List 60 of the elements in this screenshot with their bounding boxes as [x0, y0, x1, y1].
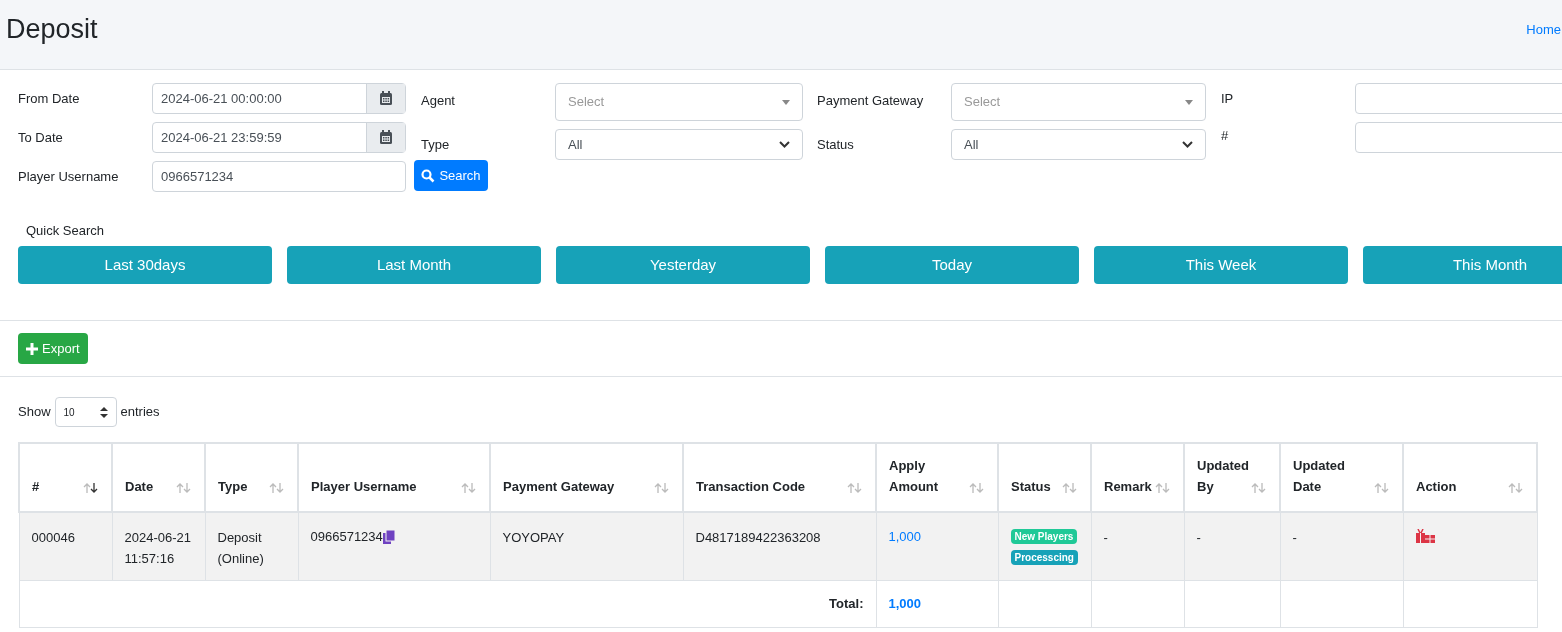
total-amount: 1,000: [888, 595, 922, 611]
entries-select[interactable]: 10: [54, 397, 117, 427]
table-cell-text: 2024-06-21 11:57:16: [124, 529, 192, 568]
caret-icon: [1185, 99, 1193, 105]
sort-icon[interactable]: [83, 483, 99, 493]
date-field[interactable]: 2024-06-21 23:59:59: [152, 122, 406, 153]
select-field[interactable]: All: [555, 129, 803, 160]
caret-icon: [782, 99, 790, 105]
plus-icon: [26, 342, 38, 355]
calendar-button[interactable]: [366, 123, 405, 152]
column-header[interactable]: Payment Gateway: [503, 476, 615, 497]
field-label: Payment Gateway: [817, 92, 925, 110]
search-icon: [421, 168, 436, 183]
status-badge: New Players: [1010, 529, 1078, 544]
field-label: IP: [1221, 89, 1235, 108]
column-header[interactable]: Action: [1416, 476, 1457, 497]
table-cell-text: 0966571234: [310, 528, 383, 546]
chevron-icon: [779, 141, 790, 148]
column-header[interactable]: Player Username: [311, 476, 417, 497]
field-label: Status: [817, 135, 855, 154]
field-label: To Date: [18, 128, 64, 147]
table-cell-text: D4817189422363208: [695, 529, 822, 547]
column-header[interactable]: Date: [125, 476, 154, 497]
column-header[interactable]: Type: [218, 476, 248, 497]
calendar-button[interactable]: [366, 84, 405, 113]
username-field[interactable]: 0966571234: [152, 161, 406, 192]
field-label: Type: [421, 135, 451, 154]
stepper-icon: [99, 406, 108, 418]
date-field[interactable]: 2024-06-21 00:00:00: [152, 83, 406, 114]
show-label: Show: [18, 403, 51, 422]
table-cell-text: 000046: [31, 529, 76, 547]
field-label: From Date: [18, 89, 81, 108]
select-field[interactable]: All: [951, 129, 1206, 160]
section-label: Quick Search: [26, 223, 105, 238]
gift-icon[interactable]: [1415, 529, 1435, 543]
search-button[interactable]: Search: [414, 160, 488, 191]
table-cell-text: -: [1292, 529, 1298, 547]
page-title: Deposit: [6, 16, 98, 43]
text-field[interactable]: [1355, 122, 1562, 153]
breadcrumb-link[interactable]: Home: [1526, 20, 1561, 40]
column-header[interactable]: Transaction Code: [696, 476, 806, 497]
chevron-icon: [1182, 141, 1193, 148]
field-label: Player Username: [18, 167, 120, 186]
column-header[interactable]: #: [32, 476, 40, 497]
status-badge: Processcing: [1010, 550, 1078, 565]
table-cell-text: Deposit (Online): [217, 529, 265, 568]
table-cell-text: -: [1196, 529, 1202, 547]
entries-label: entries: [120, 403, 160, 422]
column-header[interactable]: Status: [1011, 476, 1051, 497]
total-label: Total:: [829, 595, 864, 611]
column-header[interactable]: Remark: [1104, 476, 1152, 497]
copy-icon[interactable]: [382, 529, 395, 544]
amount-link[interactable]: 1,000: [888, 529, 922, 544]
table-cell-text: YOYOPAY: [502, 529, 566, 547]
field-label: #: [1221, 127, 1230, 145]
table-cell-text: -: [1103, 529, 1109, 547]
text-field[interactable]: [1355, 83, 1562, 114]
calendar-icon: [379, 130, 393, 145]
calendar-icon: [379, 91, 393, 106]
field-label: Agent: [421, 92, 456, 110]
